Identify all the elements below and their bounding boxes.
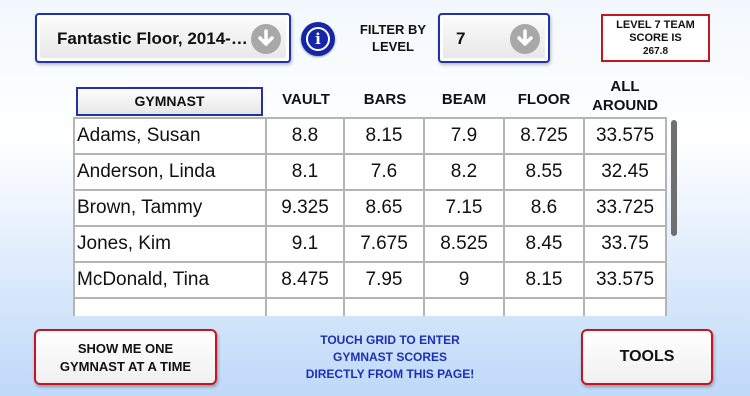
hint-line2: GYMNAST SCORES (332, 350, 447, 364)
grid-hint-text: TOUCH GRID TO ENTER GYMNAST SCORES DIREC… (285, 332, 495, 383)
show-one-label-line2: GYMNAST AT A TIME (59, 359, 192, 374)
bars-column-header: BARS (363, 91, 407, 108)
beam-score-cell[interactable]: 8.2 (423, 153, 505, 191)
floor-score-cell[interactable]: 8.15 (503, 261, 585, 299)
floor-score-cell[interactable]: 8.6 (503, 189, 585, 227)
info-button[interactable]: i (301, 22, 335, 56)
bars-score-cell[interactable] (343, 297, 425, 316)
table-row[interactable]: Adams, Susan 8.8 8.15 7.9 8.725 33.575 (73, 117, 667, 155)
vault-score-cell[interactable]: 8.475 (265, 261, 345, 299)
level-select-label: 7 (456, 29, 466, 48)
filter-by-level-label: FILTER BY LEVEL (355, 21, 431, 55)
beam-score-cell[interactable]: 7.9 (423, 117, 505, 155)
scores-table[interactable]: Adams, Susan 8.8 8.15 7.9 8.725 33.575 A… (73, 117, 667, 316)
vault-score-cell[interactable] (265, 297, 345, 316)
beam-score-cell[interactable]: 8.525 (423, 225, 505, 263)
vault-column-header: VAULT (282, 91, 330, 108)
team-score-box: LEVEL 7 TEAM SCORE IS 267.8 (601, 14, 710, 62)
floor-column-header: FLOOR (517, 91, 571, 108)
bars-score-cell[interactable]: 7.6 (343, 153, 425, 191)
vault-score-cell[interactable]: 9.1 (265, 225, 345, 263)
all-around-header-line2: AROUND (592, 97, 658, 114)
all-around-score-cell[interactable] (583, 297, 667, 316)
all-around-score-cell[interactable]: 33.575 (583, 261, 667, 299)
tools-button[interactable]: TOOLS (581, 329, 713, 385)
hint-line3: DIRECTLY FROM THIS PAGE! (305, 367, 475, 381)
gymnast-column-header[interactable]: GYMNAST (76, 87, 263, 116)
all-around-header-line1: ALL (610, 78, 640, 95)
beam-score-cell[interactable] (423, 297, 505, 316)
all-around-score-cell[interactable]: 33.725 (583, 189, 667, 227)
show-one-label-line1: SHOW ME ONE (77, 341, 174, 356)
gymnast-name-cell[interactable]: Brown, Tammy (73, 189, 267, 227)
vault-score-cell[interactable]: 9.325 (265, 189, 345, 227)
meet-select-label: Fantastic Floor, 2014-… (57, 29, 248, 48)
table-row[interactable]: McDonald, Tina 8.475 7.95 9 8.15 33.575 (73, 261, 667, 299)
bars-score-cell[interactable]: 8.15 (343, 117, 425, 155)
hint-line1: TOUCH GRID TO ENTER (320, 333, 460, 347)
bars-score-cell[interactable]: 8.65 (343, 189, 425, 227)
team-score-value: 267.8 (642, 46, 669, 57)
show-one-gymnast-button[interactable]: SHOW ME ONE GYMNAST AT A TIME (34, 329, 217, 385)
vault-score-cell[interactable]: 8.1 (265, 153, 345, 191)
gymnast-name-cell[interactable]: Anderson, Linda (73, 153, 267, 191)
beam-score-cell[interactable]: 9 (423, 261, 505, 299)
team-score-line1: LEVEL 7 TEAM (616, 19, 695, 31)
team-score-line2: SCORE IS (629, 32, 682, 44)
all-around-score-cell[interactable]: 33.75 (583, 225, 667, 263)
gymnast-name-cell[interactable]: Adams, Susan (73, 117, 267, 155)
floor-score-cell[interactable]: 8.45 (503, 225, 585, 263)
beam-column-header: BEAM (441, 91, 487, 108)
floor-score-cell[interactable]: 8.725 (503, 117, 585, 155)
all-around-score-cell[interactable]: 33.575 (583, 117, 667, 155)
floor-score-cell[interactable] (503, 297, 585, 316)
gymnast-name-cell[interactable]: Jones, Kim (73, 225, 267, 263)
scores-grid[interactable]: Adams, Susan 8.8 8.15 7.9 8.725 33.575 A… (73, 117, 667, 316)
bars-score-cell[interactable]: 7.675 (343, 225, 425, 263)
beam-score-cell[interactable]: 7.15 (423, 189, 505, 227)
all-around-column-header: ALL AROUND (584, 77, 666, 115)
level-select-dropdown[interactable]: 7 (438, 13, 550, 63)
table-row[interactable] (73, 297, 667, 316)
table-row[interactable]: Jones, Kim 9.1 7.675 8.525 8.45 33.75 (73, 225, 667, 263)
gymnast-name-cell[interactable] (73, 297, 267, 316)
vault-score-cell[interactable]: 8.8 (265, 117, 345, 155)
info-icon: i (306, 27, 330, 51)
filter-label-line2: LEVEL (372, 39, 414, 54)
meet-select-dropdown[interactable]: Fantastic Floor, 2014-… (35, 13, 291, 63)
all-around-score-cell[interactable]: 32.45 (583, 153, 667, 191)
table-row[interactable]: Anderson, Linda 8.1 7.6 8.2 8.55 32.45 (73, 153, 667, 191)
chevron-down-icon[interactable] (510, 24, 540, 54)
table-row[interactable]: Brown, Tammy 9.325 8.65 7.15 8.6 33.725 (73, 189, 667, 227)
floor-score-cell[interactable]: 8.55 (503, 153, 585, 191)
chevron-down-icon[interactable] (251, 24, 281, 54)
gymnast-name-cell[interactable]: McDonald, Tina (73, 261, 267, 299)
filter-label-line1: FILTER BY (359, 22, 427, 37)
bars-score-cell[interactable]: 7.95 (343, 261, 425, 299)
grid-scrollbar[interactable] (671, 120, 677, 236)
